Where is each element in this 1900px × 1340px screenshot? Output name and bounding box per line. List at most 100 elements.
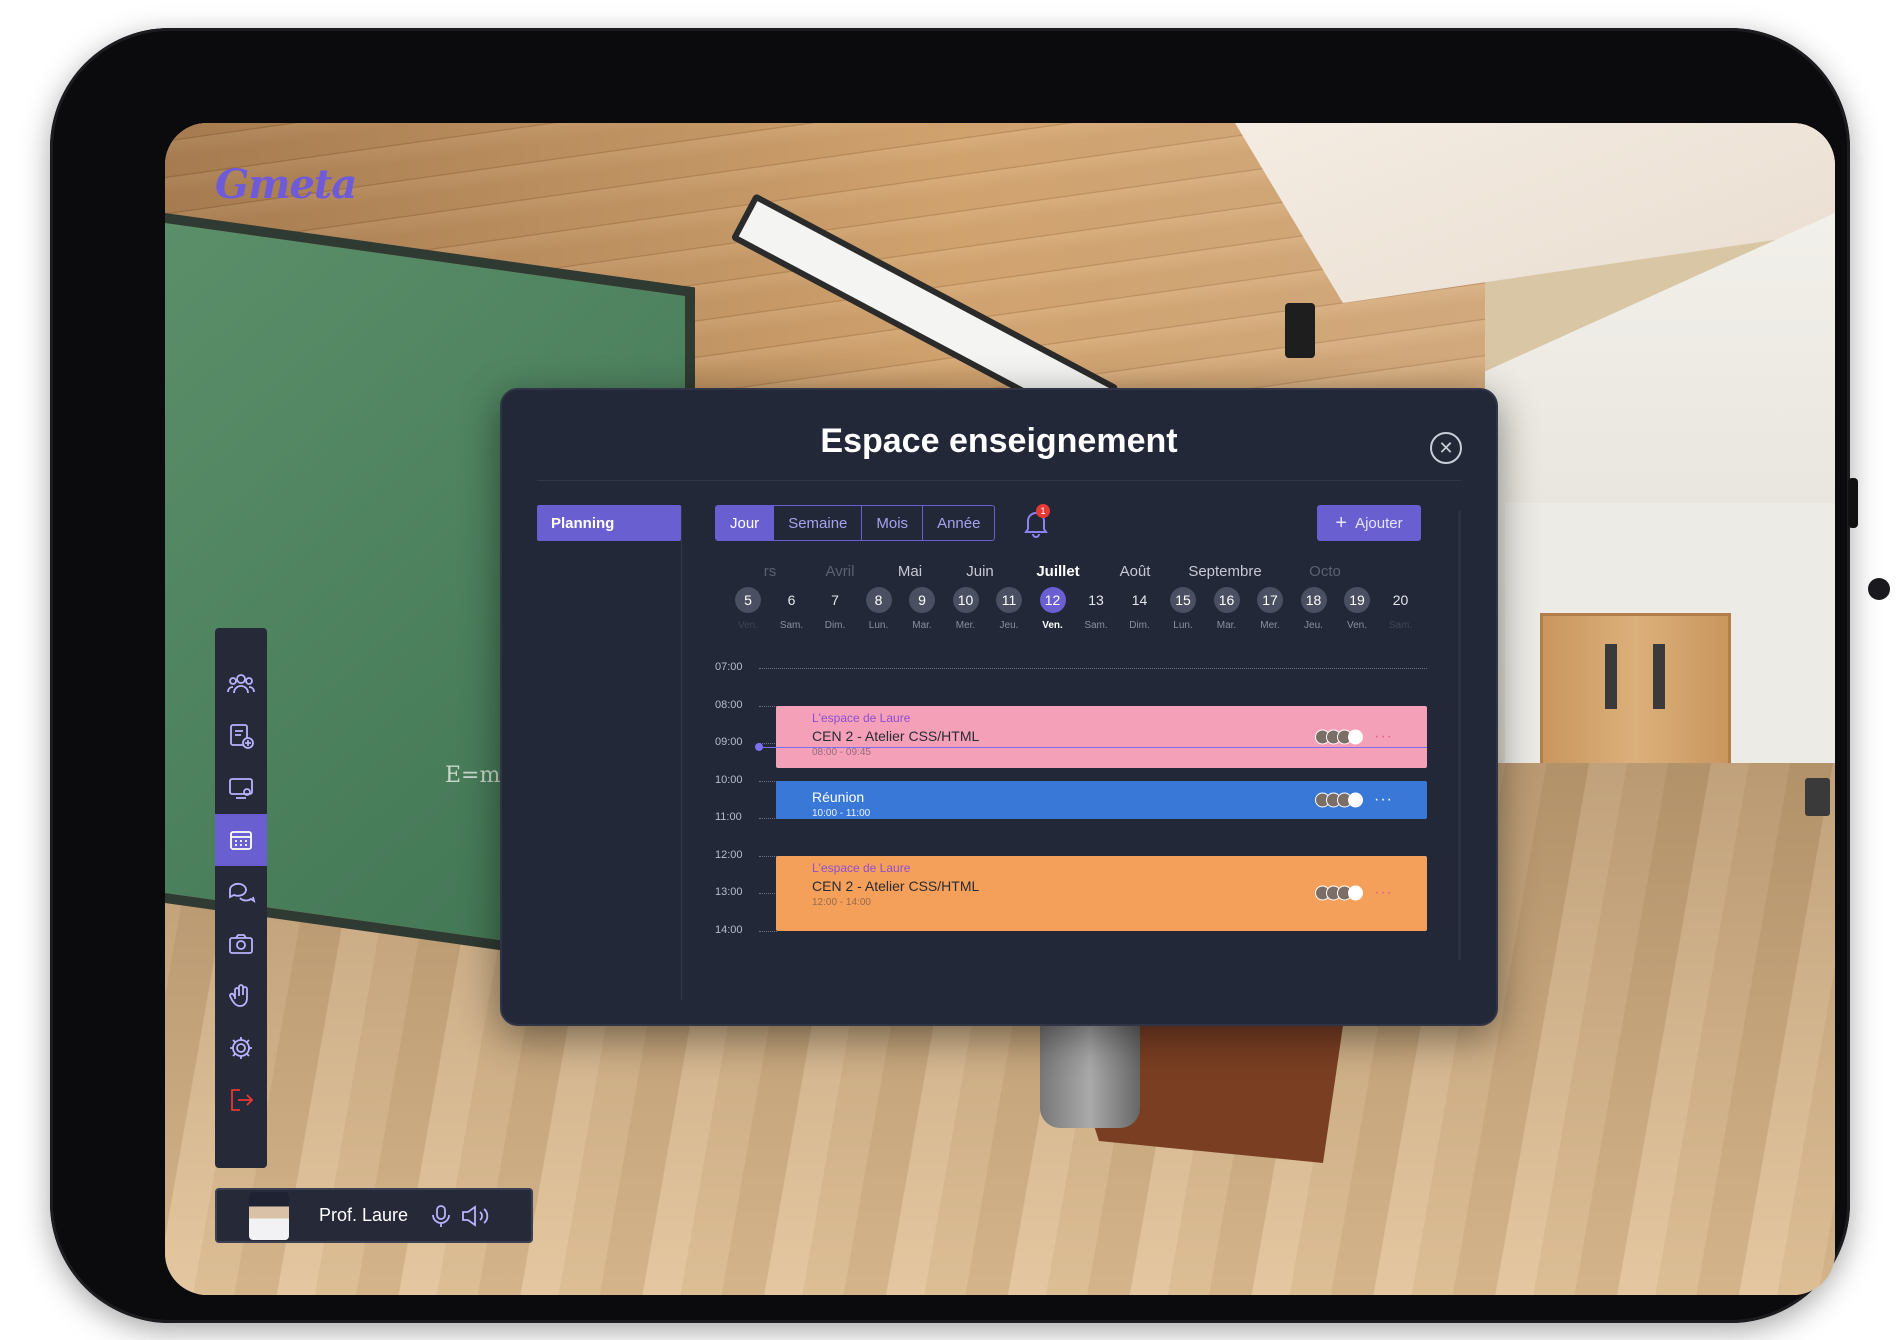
speaker-icon[interactable] — [460, 1203, 492, 1229]
day-10[interactable]: 10 Mer. — [948, 587, 984, 631]
microphone-icon[interactable] — [428, 1203, 454, 1229]
app-logo: Gmeta — [215, 161, 357, 208]
sidebar-item-participants[interactable] — [215, 658, 267, 710]
day-label: Mar. — [912, 620, 932, 631]
day-20[interactable]: 20 Sam. — [1383, 587, 1419, 631]
day-number: 15 — [1170, 587, 1196, 613]
sidebar-item-raise-hand[interactable] — [215, 970, 267, 1022]
day-11[interactable]: 11 Jeu. — [991, 587, 1027, 631]
scrollbar[interactable] — [1458, 510, 1461, 960]
add-button[interactable]: + Ajouter — [1317, 505, 1421, 541]
month-6[interactable]: Septembre — [1188, 563, 1261, 580]
tab-annee[interactable]: Année — [923, 506, 994, 540]
day-6[interactable]: 6 Sam. — [774, 587, 810, 631]
day-7[interactable]: 7 Dim. — [817, 587, 853, 631]
chalkboard-formula: E=m — [445, 763, 501, 788]
more-options-icon[interactable]: ··· — [1374, 884, 1393, 902]
day-12[interactable]: 12 Ven. — [1035, 587, 1071, 631]
tablet-frame: E=m Gmeta Prof. Laure Espace enseignemen… — [50, 28, 1890, 1323]
close-icon: ✕ — [1438, 437, 1454, 458]
sidebar-item-camera[interactable] — [215, 918, 267, 970]
plus-icon: + — [1335, 512, 1348, 534]
day-label: Sam. — [779, 620, 804, 631]
participant-avatars[interactable] — [1315, 792, 1363, 807]
day-label: Lun. — [868, 620, 889, 631]
hour-label: 07:00 — [715, 661, 743, 673]
tab-jour[interactable]: Jour — [716, 506, 775, 540]
day-label: Dim. — [824, 620, 846, 631]
trash-bin — [1805, 778, 1830, 816]
month-2[interactable]: Mai — [898, 563, 922, 580]
day-15[interactable]: 15 Lun. — [1165, 587, 1201, 631]
hour-gridline — [759, 930, 777, 932]
hour-gridline — [759, 855, 777, 857]
month-0[interactable]: rs — [764, 563, 777, 580]
gear-icon — [230, 1037, 252, 1059]
modal-nav: Planning — [537, 505, 682, 1000]
day-13[interactable]: 13 Sam. — [1078, 587, 1114, 631]
close-button[interactable]: ✕ — [1430, 432, 1462, 464]
day-5[interactable]: 5 Ven. — [730, 587, 766, 631]
more-options-icon[interactable]: ··· — [1374, 791, 1393, 809]
day-9[interactable]: 9 Mar. — [904, 587, 940, 631]
day-label: Mer. — [955, 620, 976, 631]
day-number: 17 — [1257, 587, 1283, 613]
divider — [537, 480, 1461, 481]
sidebar-item-screen-share[interactable] — [215, 762, 267, 814]
participant-avatars[interactable] — [1315, 729, 1363, 745]
day-number: 12 — [1039, 587, 1066, 613]
current-time-dot — [755, 742, 763, 751]
sidebar-item-add-document[interactable] — [215, 710, 267, 762]
hour-gridline — [759, 780, 777, 782]
sidebar-item-chat[interactable] — [215, 866, 267, 918]
day-number: 8 — [865, 587, 892, 613]
current-time-line — [759, 746, 1427, 748]
month-3[interactable]: Juin — [966, 563, 994, 580]
day-number: 18 — [1300, 587, 1327, 613]
day-18[interactable]: 18 Jeu. — [1296, 587, 1332, 631]
day-17[interactable]: 17 Mer. — [1252, 587, 1288, 631]
screen-share-icon — [229, 778, 253, 799]
users-icon — [227, 674, 255, 694]
day-number: 5 — [735, 587, 761, 613]
calendar-event[interactable]: L'espace de Laure CEN 2 - Atelier CSS/HTM… — [776, 705, 1427, 769]
hour-label: 14:00 — [715, 923, 743, 936]
sidebar — [215, 628, 267, 1168]
sidebar-item-settings[interactable] — [215, 1022, 267, 1074]
user-name: Prof. Laure — [319, 1205, 409, 1225]
calendar-event[interactable]: Réunion 10:00 - 11:00 ··· — [776, 780, 1427, 819]
day-number: 19 — [1344, 587, 1370, 613]
calendar-icon — [230, 831, 252, 850]
month-5[interactable]: Août — [1120, 563, 1151, 580]
day-label: Lun. — [1173, 620, 1193, 631]
day-strip: 5 Ven. 6 Sam. 7 Dim. 8 Lun. 9 Mar. 10 Mer. 11 Jeu. 12 V… — [715, 587, 1427, 647]
event-time: 10:00 - 11:00 — [812, 807, 871, 819]
participant-avatars[interactable] — [1315, 885, 1363, 901]
sidebar-item-logout[interactable] — [215, 1074, 267, 1126]
calendar-event[interactable]: L'espace de Laure CEN 2 - Atelier CSS/HTM… — [776, 855, 1427, 931]
month-1[interactable]: Avril — [826, 563, 855, 580]
day-label: Sam. — [1388, 620, 1413, 631]
month-4[interactable]: Juillet — [1036, 563, 1079, 580]
logout-icon — [231, 1089, 254, 1111]
user-bar: Prof. Laure — [215, 1188, 533, 1243]
teaching-space-modal: Espace enseignement ✕ Planning Jour Sema… — [500, 388, 1498, 1026]
month-7[interactable]: Octo — [1309, 563, 1341, 580]
add-button-label: Ajouter — [1355, 514, 1403, 532]
hour-label: 08:00 — [715, 698, 743, 711]
day-16[interactable]: 16 Mar. — [1209, 587, 1245, 631]
day-number: 7 — [831, 592, 839, 608]
sidebar-item-calendar[interactable] — [215, 814, 267, 866]
day-8[interactable]: 8 Lun. — [861, 587, 897, 631]
tab-semaine[interactable]: Semaine — [774, 506, 863, 540]
day-number: 9 — [909, 587, 935, 613]
day-label: Jeu. — [999, 620, 1019, 631]
tab-mois[interactable]: Mois — [862, 506, 924, 540]
day-14[interactable]: 14 Dim. — [1122, 587, 1158, 631]
chat-icon — [229, 882, 256, 904]
day-number: 13 — [1088, 592, 1104, 608]
day-19[interactable]: 19 Ven. — [1339, 587, 1375, 631]
nav-planning[interactable]: Planning — [537, 505, 681, 541]
month-strip: rs Avril Mai Juin Juillet Août Septembre Octo — [715, 563, 1427, 583]
more-options-icon[interactable]: ··· — [1374, 728, 1393, 746]
